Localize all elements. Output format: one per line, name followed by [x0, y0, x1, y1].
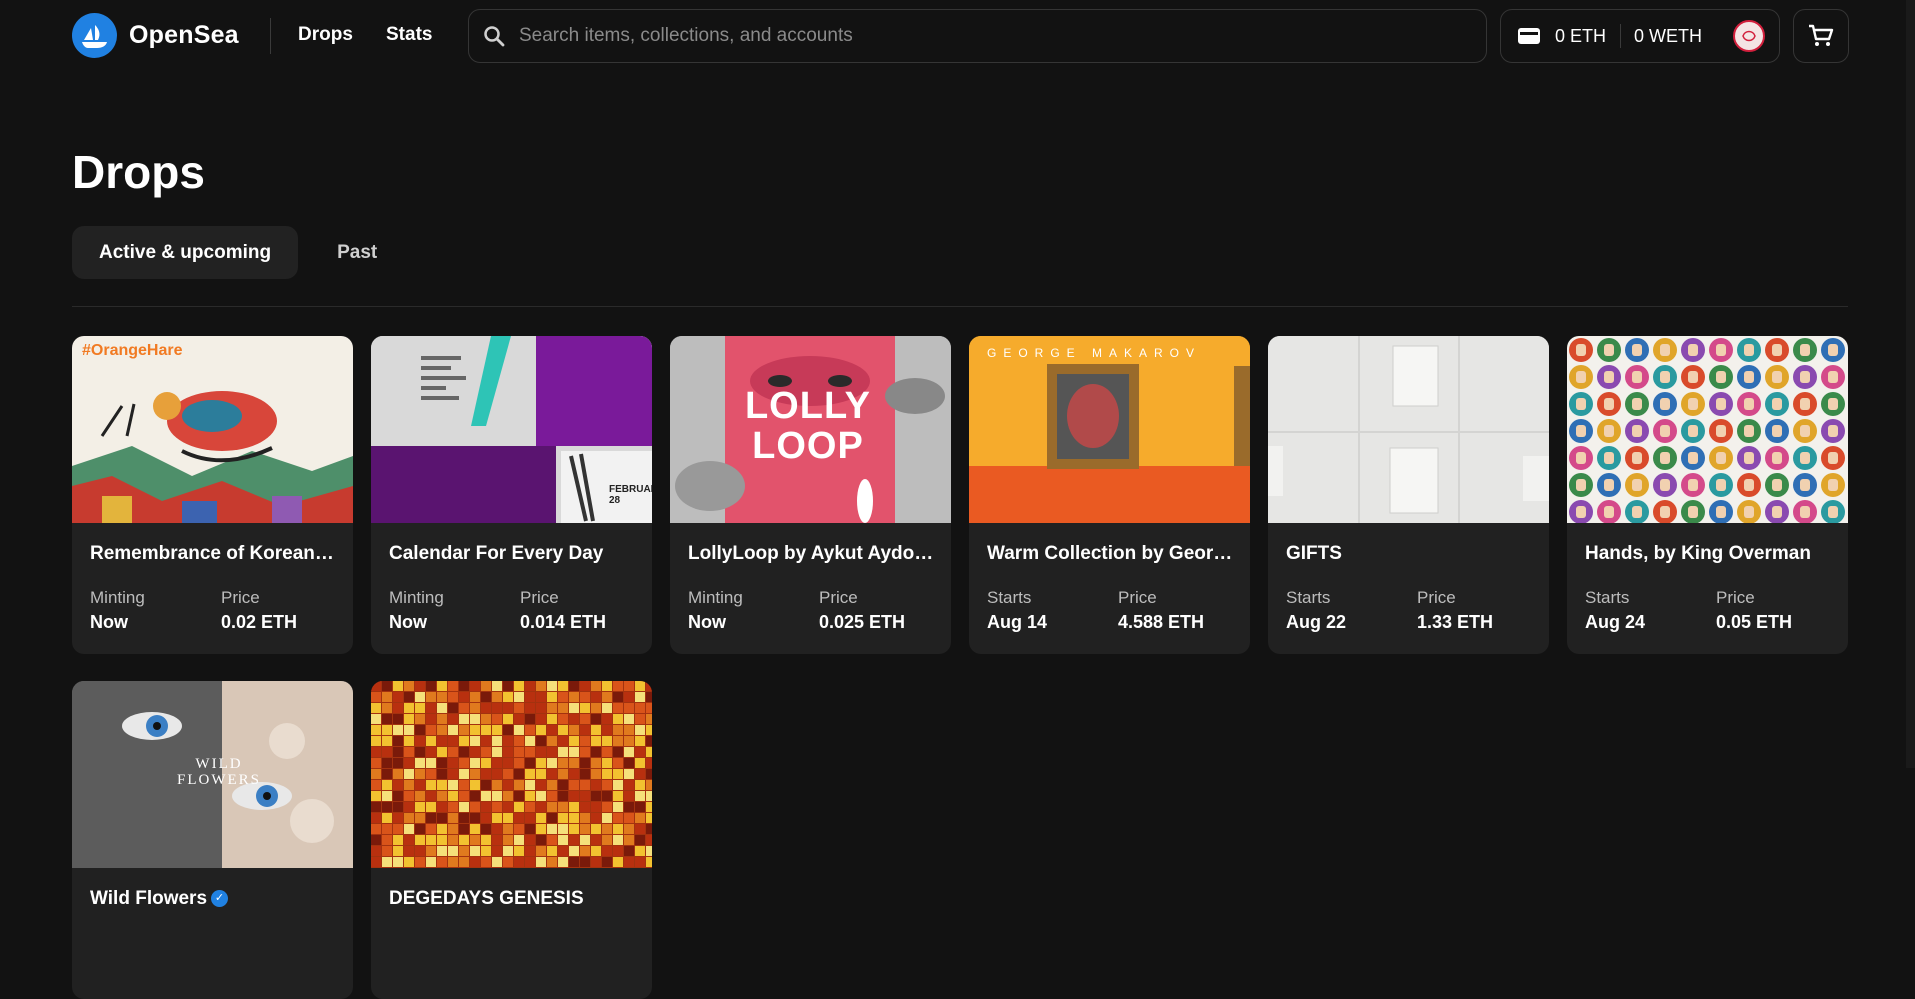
drop-image: LOLLY LOOP	[670, 336, 951, 523]
drop-image: #OrangeHare	[72, 336, 353, 523]
drop-price-value: 0.05 ETH	[1716, 612, 1793, 632]
drop-name: Wild Flowers ✓	[90, 888, 340, 910]
weth-balance: 0 WETH	[1634, 25, 1703, 46]
search-icon	[484, 26, 505, 47]
search-input[interactable]	[519, 25, 1419, 47]
drop-card[interactable]: DEGEDAYS GENESIS	[371, 681, 652, 999]
drop-card[interactable]: GIFTS Starts Aug 22 Price 1.33 ETH	[1268, 336, 1549, 654]
drop-image	[371, 681, 652, 868]
tab-active-upcoming[interactable]: Active & upcoming	[72, 226, 299, 279]
drop-status-label: Minting	[389, 588, 444, 607]
drop-name: DEGEDAYS GENESIS	[389, 888, 584, 909]
drop-price-label: Price	[819, 588, 858, 607]
image-overlay-text: FEBRUARY 28	[609, 484, 652, 506]
drop-image: FEBRUARY 28	[371, 336, 652, 523]
drop-name: Hands, by King Overman	[1585, 543, 1811, 564]
drop-price-value: 4.588 ETH	[1118, 612, 1205, 632]
drop-price-value: 0.014 ETH	[520, 612, 607, 632]
nav-stats-link[interactable]: Stats	[386, 24, 432, 46]
wallet-icon	[1518, 28, 1540, 44]
opensea-logo-icon	[72, 13, 117, 58]
eth-balance: 0 ETH	[1555, 25, 1607, 46]
drop-image	[1268, 336, 1549, 523]
drop-status-label: Minting	[688, 588, 743, 607]
opensea-logo[interactable]: OpenSea	[72, 13, 239, 58]
balance-divider	[1620, 24, 1622, 48]
drop-image	[1567, 336, 1848, 523]
top-bar: OpenSea Drops Stats 0 ETH 0 WETH	[0, 0, 1915, 72]
search-bar	[468, 9, 1487, 63]
scrollbar[interactable]	[1906, 0, 1915, 768]
drop-price-label: Price	[1417, 588, 1456, 607]
drop-status-value: Now	[688, 612, 726, 632]
drop-image: GEORGE MAKAROV	[969, 336, 1250, 523]
drop-image: WILD FLOWERS	[72, 681, 353, 868]
drop-name: LollyLoop by Aykut Aydo…	[688, 543, 934, 564]
drop-price-value: 0.02 ETH	[221, 612, 298, 632]
drop-name: Warm Collection by Geor…	[987, 543, 1233, 564]
image-overlay-text: WILD FLOWERS	[176, 756, 261, 788]
drop-name: Remembrance of Korean…	[90, 543, 334, 564]
drop-status-value: Aug 14	[987, 612, 1048, 632]
drop-price-label: Price	[520, 588, 559, 607]
nav-drops-link[interactable]: Drops	[298, 24, 353, 46]
drop-price-label: Price	[221, 588, 260, 607]
verified-badge-icon: ✓	[211, 890, 229, 908]
drop-name: GIFTS	[1286, 543, 1342, 564]
drop-card[interactable]: LOLLY LOOP LollyLoop by Aykut Aydo… Mint…	[670, 336, 951, 654]
drop-status-label: Minting	[90, 588, 145, 607]
brand-name: OpenSea	[129, 21, 239, 49]
drop-price-value: 0.025 ETH	[819, 612, 906, 632]
profile-avatar[interactable]	[1733, 20, 1765, 52]
drop-card[interactable]: GEORGE MAKAROV Warm Collection by Geor… …	[969, 336, 1250, 654]
tab-past[interactable]: Past	[310, 226, 404, 279]
section-divider	[72, 306, 1848, 307]
drop-status-value: Aug 24	[1585, 612, 1646, 632]
drop-card[interactable]: WILD FLOWERS Wild Flowers ✓	[72, 681, 353, 999]
drop-card[interactable]: Hands, by King Overman Starts Aug 24 Pri…	[1567, 336, 1848, 654]
drop-status-value: Now	[389, 612, 427, 632]
image-overlay-text: #OrangeHare	[82, 342, 183, 359]
drop-status-label: Starts	[987, 588, 1032, 607]
drop-card[interactable]: #OrangeHare Remembrance of Korean… Minti…	[72, 336, 353, 654]
drops-tabs: Active & upcoming Past	[72, 226, 404, 279]
drop-status-value: Aug 22	[1286, 612, 1347, 632]
drop-price-label: Price	[1716, 588, 1755, 607]
drop-card[interactable]: FEBRUARY 28 Calendar For Every Day Minti…	[371, 336, 652, 654]
header-divider	[270, 18, 271, 54]
page-title: Drops	[72, 146, 205, 198]
cart-icon	[1809, 24, 1834, 46]
drop-status-label: Starts	[1585, 588, 1630, 607]
cart-button[interactable]	[1793, 9, 1849, 63]
drop-status-value: Now	[90, 612, 128, 632]
drop-status-label: Starts	[1286, 588, 1331, 607]
image-overlay-text: LOLLY LOOP	[744, 385, 872, 467]
drop-name-text: Wild Flowers	[90, 888, 208, 909]
image-overlay-text: GEORGE MAKAROV	[987, 346, 1202, 360]
drop-name: Calendar For Every Day	[389, 543, 604, 564]
drop-price-value: 1.33 ETH	[1417, 612, 1494, 632]
drop-price-label: Price	[1118, 588, 1157, 607]
